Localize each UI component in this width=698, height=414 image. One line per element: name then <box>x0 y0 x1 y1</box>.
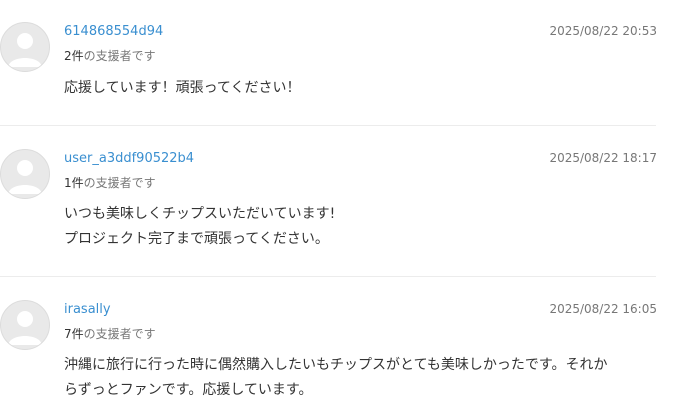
comment-body-line: 沖縄に旅行に行った時に偶然購入したいもチップスがとても美味しかったです。それか <box>64 357 608 373</box>
default-user-avatar-icon[interactable] <box>0 300 50 350</box>
comment-body-line: いつも美味しくチップスいただいています! <box>64 206 336 222</box>
comment-username[interactable]: 614868554d94 <box>64 24 163 39</box>
supporter-count-text: 2件の支援者です <box>64 47 156 64</box>
comment-item: user_a3ddf90522b4 1件の支援者です 2025/08/22 18… <box>0 126 660 276</box>
comment-body: いつも美味しくチップスいただいています! プロジェクト完了まで頑張ってください。 <box>64 202 660 252</box>
comment-timestamp: 2025/08/22 18:17 <box>549 151 657 165</box>
comment-item: irasally 7件の支援者です 2025/08/22 16:05 沖縄に旅行… <box>0 277 660 414</box>
supporter-suffix: の支援者です <box>83 49 156 63</box>
comment-timestamp: 2025/08/22 16:05 <box>549 302 657 316</box>
supporter-count: 7件 <box>64 327 84 341</box>
default-user-avatar-icon[interactable] <box>0 149 50 199</box>
comment-body: 応援しています！頑張ってください！ <box>64 76 660 101</box>
supporter-count: 1件 <box>64 176 84 190</box>
comment-feed: 614868554d94 2件の支援者です 2025/08/22 20:53 応… <box>0 0 698 414</box>
comment-body-line: らずっとファンです。応援しています。 <box>64 382 313 398</box>
supporter-suffix: の支援者です <box>83 327 156 341</box>
supporter-count-text: 7件の支援者です <box>64 325 156 342</box>
comment-body-line: プロジェクト完了まで頑張ってください。 <box>64 231 329 247</box>
supporter-count: 2件 <box>64 49 84 63</box>
comment-body: 沖縄に旅行に行った時に偶然購入したいもチップスがとても美味しかったです。それか … <box>64 353 660 403</box>
supporter-suffix: の支援者です <box>83 176 156 190</box>
comment-timestamp: 2025/08/22 20:53 <box>549 24 657 38</box>
default-user-avatar-icon[interactable] <box>0 22 50 72</box>
comment-username[interactable]: irasally <box>64 302 111 317</box>
comment-body-line: 応援しています！頑張ってください！ <box>64 80 301 96</box>
comment-username[interactable]: user_a3ddf90522b4 <box>64 151 194 166</box>
supporter-count-text: 1件の支援者です <box>64 174 156 191</box>
comment-item: 614868554d94 2件の支援者です 2025/08/22 20:53 応… <box>0 0 660 126</box>
